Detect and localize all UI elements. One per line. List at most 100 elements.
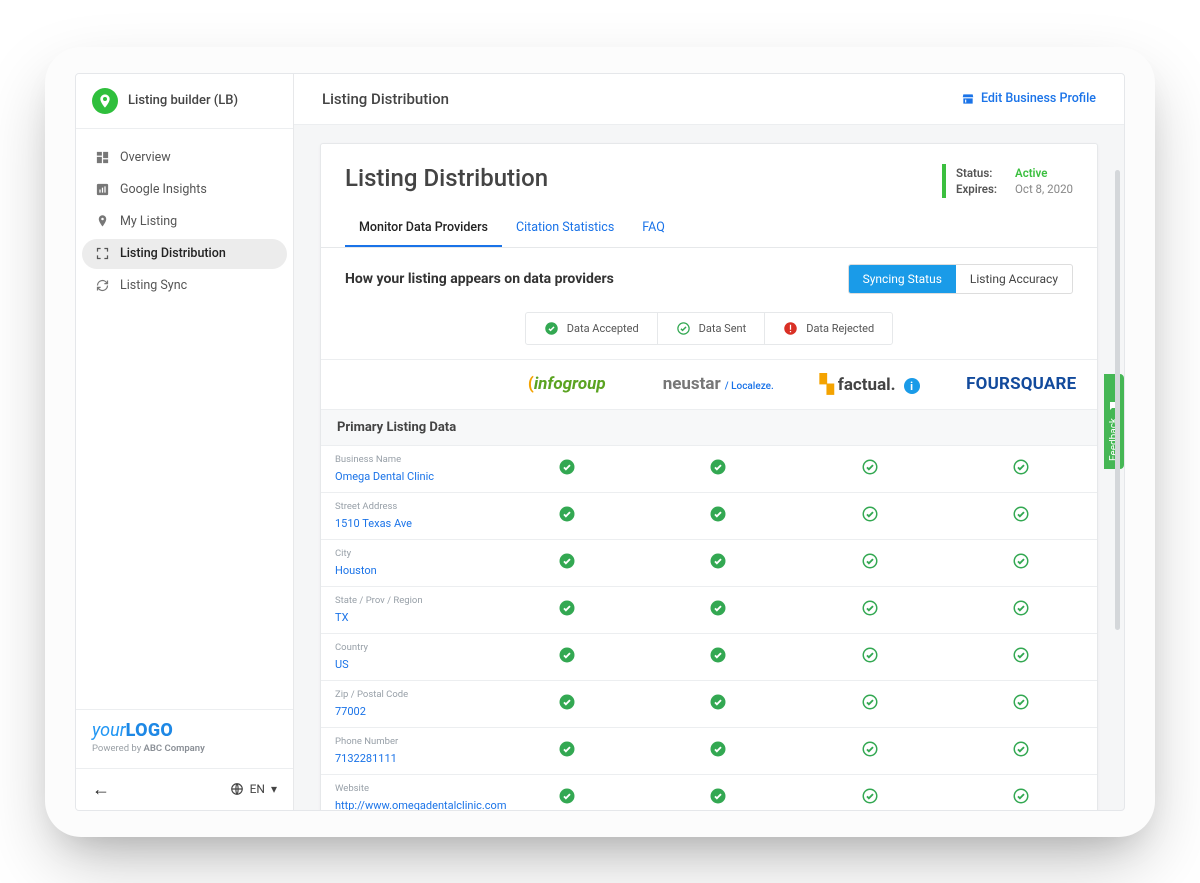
partner-logo: yourLOGO [92,720,277,741]
provider-infogroup: infogroup [491,359,643,409]
distribution-card: Listing Distribution Status: Active Expi… [320,143,1098,810]
status-cell [491,445,643,492]
edit-business-profile-link[interactable]: Edit Business Profile [961,91,1096,106]
data-row: CountryUS [321,633,1097,680]
row-label: State / Prov / RegionTX [321,586,491,633]
card-title: Listing Distribution [345,164,548,192]
tab-faq[interactable]: FAQ [628,210,679,247]
status-cell [946,586,1098,633]
store-icon [961,92,975,106]
expires-value: Oct 8, 2020 [1015,182,1073,196]
sidebar-nav: Overview Google Insights My Listing List… [76,129,293,709]
row-label: Zip / Postal Code77002 [321,680,491,727]
status-cell [643,633,795,680]
tab-monitor[interactable]: Monitor Data Providers [345,210,502,247]
status-cell [491,727,643,774]
field-value-link[interactable]: 7132281111 [335,752,397,765]
status-cell [946,633,1098,680]
status-cell [491,586,643,633]
status-value: Active [1015,166,1073,180]
sync-icon [94,278,110,294]
status-cell [946,492,1098,539]
legend: Data Accepted Data Sent Data Rejected [345,312,1073,345]
sidebar: Listing builder (LB) Overview Google Ins… [76,74,294,810]
status-cell [643,774,795,810]
legend-accepted: Data Accepted [526,313,657,344]
provider-header-row: infogroup neustar / Localeze. ▚ factual.… [321,359,1097,409]
toggle-accuracy[interactable]: Listing Accuracy [956,265,1072,293]
data-row: Websitehttp://www.omegadentalclinic.com [321,774,1097,810]
field-value-link[interactable]: http://www.omegadentalclinic.com [335,799,506,810]
row-label: CountryUS [321,633,491,680]
nav-label: Listing Distribution [120,246,226,261]
row-label: Phone Number7132281111 [321,727,491,774]
chevron-down-icon: ▾ [271,782,277,796]
status-cell [794,727,946,774]
field-value-link[interactable]: 77002 [335,705,366,718]
status-cell [946,774,1098,810]
status-cell [946,727,1098,774]
feedback-tab[interactable]: Feedback [1104,374,1124,469]
status-cell [643,727,795,774]
field-value-link[interactable]: US [335,658,349,671]
check-filled-icon [544,321,559,336]
subheading: How your listing appears on data provide… [345,271,614,287]
nav-insights[interactable]: Google Insights [82,175,287,205]
view-toggle: Syncing Status Listing Accuracy [848,264,1073,294]
data-row: Business NameOmega Dental Clinic [321,445,1097,492]
status-cell [946,539,1098,586]
nav-label: My Listing [120,214,177,229]
status-cell [794,680,946,727]
main: Listing Distribution Edit Business Profi… [294,74,1124,810]
row-label: Websitehttp://www.omegadentalclinic.com [321,774,491,810]
data-row: State / Prov / RegionTX [321,586,1097,633]
legend-rejected: Data Rejected [764,313,892,344]
expand-icon [94,246,110,262]
row-label: CityHouston [321,539,491,586]
status-cell [491,492,643,539]
status-cell [491,633,643,680]
status-cell [794,445,946,492]
status-cell [643,539,795,586]
language-selector[interactable]: EN ▾ [230,782,277,796]
tab-citation[interactable]: Citation Statistics [502,210,628,247]
status-cell [794,492,946,539]
provider-neustar: neustar / Localeze. [643,359,795,409]
data-row: Zip / Postal Code77002 [321,680,1097,727]
status-cell [794,539,946,586]
chart-icon [94,182,110,198]
status-cell [946,680,1098,727]
sidebar-bottom: ← EN ▾ [76,768,293,810]
status-cell [643,680,795,727]
app-title: Listing builder (LB) [128,93,238,108]
content-area: Listing Distribution Status: Active Expi… [294,125,1124,810]
nav-distribution[interactable]: Listing Distribution [82,239,287,269]
nav-mylisting[interactable]: My Listing [82,207,287,237]
scrollbar[interactable] [1115,170,1120,630]
status-cell [491,539,643,586]
app-logo-icon [92,88,118,114]
status-cell [643,445,795,492]
topbar: Listing Distribution Edit Business Profi… [294,74,1124,125]
status-box: Status: Active Expires: Oct 8, 2020 [942,164,1073,198]
toggle-syncing[interactable]: Syncing Status [849,265,956,293]
field-value-link[interactable]: TX [335,611,348,624]
status-cell [491,774,643,810]
field-value-link[interactable]: Omega Dental Clinic [335,470,434,483]
sidebar-header: Listing builder (LB) [76,74,293,129]
status-cell [643,492,795,539]
status-cell [794,586,946,633]
nav-sync[interactable]: Listing Sync [82,271,287,301]
field-value-link[interactable]: Houston [335,564,377,577]
back-arrow-icon[interactable]: ← [92,779,110,800]
powered-by: Powered by ABC Company [92,743,277,754]
info-icon[interactable]: i [904,378,920,394]
status-label: Status: [956,166,997,180]
field-value-link[interactable]: 1510 Texas Ave [335,517,412,530]
status-cell [946,445,1098,492]
nav-label: Google Insights [120,182,207,197]
nav-overview[interactable]: Overview [82,143,287,173]
providers-table: infogroup neustar / Localeze. ▚ factual.… [321,359,1097,810]
provider-foursquare: FOURSQUARE [946,359,1098,409]
pin-icon [94,214,110,230]
